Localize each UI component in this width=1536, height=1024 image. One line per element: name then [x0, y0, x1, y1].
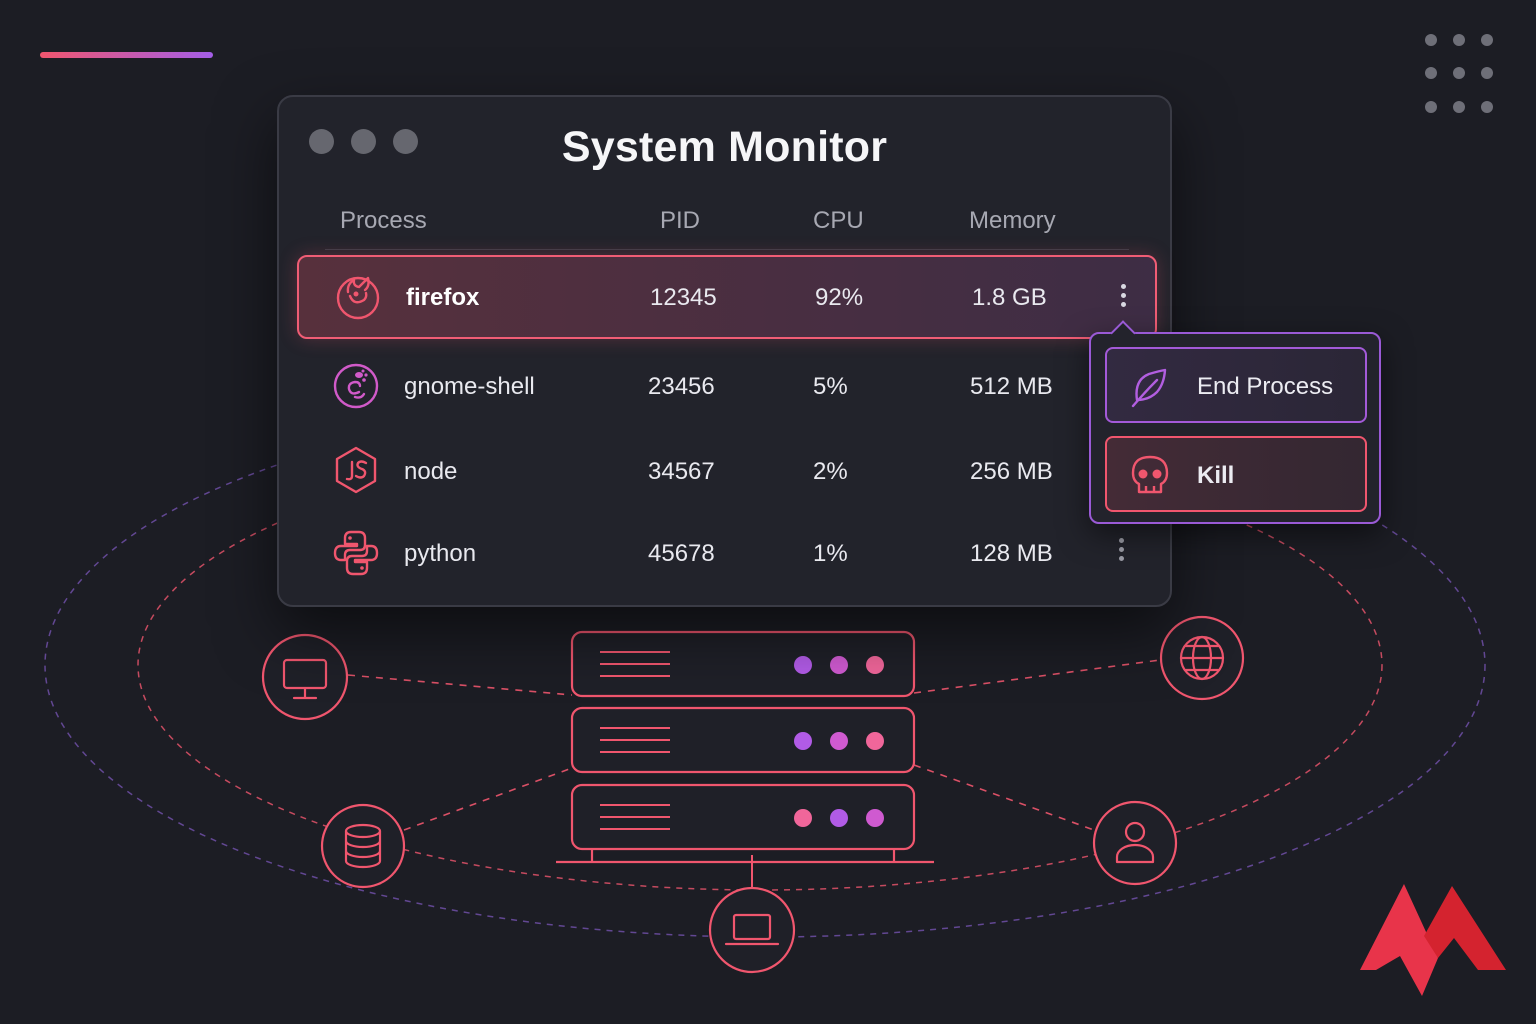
system-monitor-window: System Monitor Process PID CPU Memory fi…	[277, 95, 1172, 607]
kill-label: Kill	[1197, 462, 1235, 489]
end-process-menu-item[interactable]: End Process	[1105, 347, 1367, 423]
process-name: node	[404, 458, 458, 485]
process-cpu: 2%	[813, 458, 848, 485]
firefox-icon	[336, 276, 380, 320]
process-memory: 512 MB	[970, 373, 1053, 400]
process-pid: 23456	[648, 373, 715, 400]
process-pid: 34567	[648, 458, 715, 485]
brand-logo	[1360, 884, 1506, 996]
process-memory: 1.8 GB	[972, 284, 1047, 311]
header-divider	[325, 249, 1129, 250]
process-pid: 12345	[650, 284, 717, 311]
process-cpu: 92%	[815, 284, 864, 311]
user-node	[1092, 800, 1178, 886]
process-cpu: 5%	[813, 373, 848, 400]
process-pid: 45678	[648, 540, 715, 567]
skull-icon	[1131, 455, 1169, 494]
column-header-pid[interactable]: PID	[660, 207, 700, 235]
laptop-node	[708, 886, 796, 974]
gnome-icon	[333, 363, 379, 409]
nodejs-icon	[335, 446, 377, 494]
process-name: gnome-shell	[404, 373, 535, 400]
column-header-memory[interactable]: Memory	[969, 207, 1056, 235]
process-name: python	[404, 540, 477, 567]
row-menu-button[interactable]	[1109, 535, 1133, 571]
process-name: firefox	[406, 284, 480, 311]
leaf-icon	[1131, 368, 1167, 408]
process-memory: 128 MB	[970, 540, 1053, 567]
process-row-node[interactable]: node 34567 2% 256 MB	[297, 430, 1157, 514]
process-cpu: 1%	[813, 540, 848, 567]
python-icon	[333, 530, 379, 576]
process-row-gnome-shell[interactable]: gnome-shell 23456 5% 512 MB	[297, 345, 1157, 429]
process-context-menu: End Process Kill	[1089, 320, 1381, 524]
process-memory: 256 MB	[970, 458, 1053, 485]
window-title: System Monitor	[561, 123, 888, 171]
end-process-label: End Process	[1197, 373, 1334, 400]
row-menu-button[interactable]	[1111, 281, 1135, 317]
column-header-process[interactable]: Process	[340, 207, 427, 235]
monitor-node	[261, 633, 349, 721]
process-row-python[interactable]: python 45678 1% 128 MB	[297, 513, 1157, 597]
column-header-cpu[interactable]: CPU	[813, 207, 864, 235]
kill-menu-item[interactable]: Kill	[1105, 436, 1367, 512]
process-row-firefox[interactable]: firefox 12345 92% 1.8 GB	[297, 255, 1157, 339]
